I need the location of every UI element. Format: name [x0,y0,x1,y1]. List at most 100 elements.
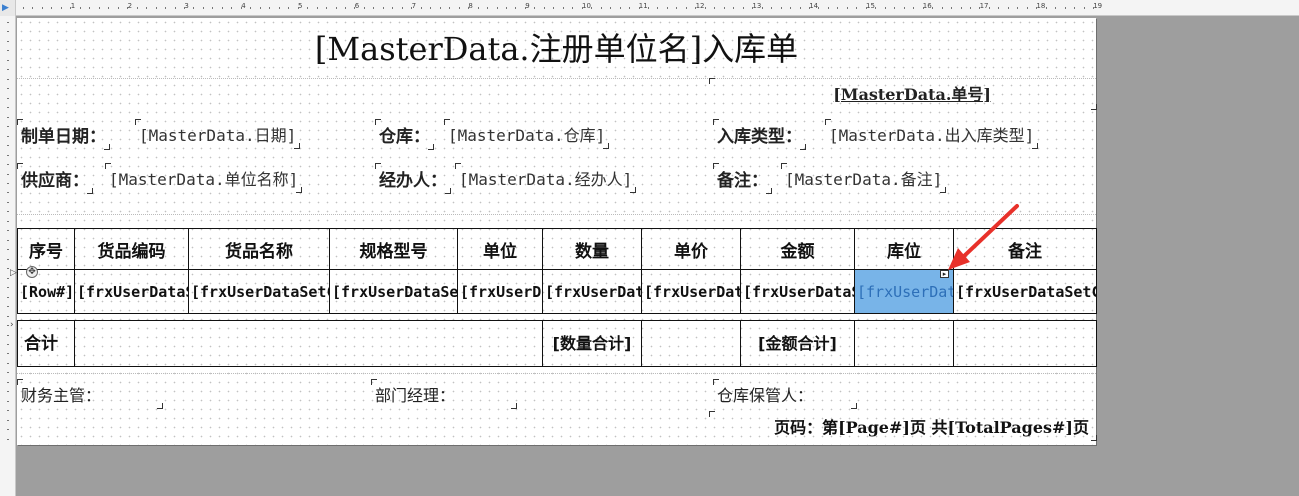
column-header[interactable]: 单价 [641,228,741,270]
ruler-toggle-icon: ▶ [2,3,9,13]
column-header[interactable]: 规格型号 [329,228,458,270]
ruler-tick [7,40,9,42]
warehouse-value-field[interactable]: [MasterData.仓库] [443,119,610,149]
ruler-tick [1026,7,1028,9]
summary-empty-cell[interactable] [854,320,954,367]
supplier-label: 供应商： [21,171,89,191]
ruler-corner[interactable]: ▶ [0,0,16,16]
ruler-tick [988,7,990,9]
finance-label-field[interactable]: 财务主管： [17,379,163,409]
date-label-field[interactable]: 制单日期： [17,119,110,150]
table-cell[interactable]: [frxUserDataSetC [542,269,642,314]
selected-table-cell[interactable]: [frxUserDataSetCrk [854,269,954,314]
table-cell[interactable]: [frxUserDataSetCrk.备注] [953,269,1097,314]
selection-handle-icon[interactable]: ▸ [940,270,949,278]
table-cell[interactable]: [frxUserDataSetCrk [740,269,855,314]
band-marker-icon: › [10,320,14,330]
column-header[interactable]: 单位 [457,228,543,270]
ruler-tick [610,7,612,9]
ruler-tick [231,7,233,9]
ruler-tick [7,343,9,345]
ruler-tick [7,69,9,71]
ruler-tick [7,429,9,431]
amount-total[interactable]: [金额合计] [740,320,855,367]
table-cell[interactable]: [frxUserData [457,269,543,314]
report-page[interactable]: [MasterData.注册单位名]入库单 [MasterData.单号] 制单… [17,18,1097,445]
quantity-total[interactable]: [数量合计] [542,320,642,367]
column-header[interactable]: 货品名称 [188,228,330,270]
ruler-tick [146,7,148,9]
ruler-number: 5 [298,2,303,10]
column-header[interactable]: 货品编码 [74,228,189,270]
ruler-tick [7,31,9,33]
warehouse-label: 仓库： [379,127,430,147]
summary-empty-cell[interactable] [953,320,1097,367]
ruler-tick [7,78,9,80]
column-header[interactable]: 金额 [740,228,855,270]
ruler-tick [7,400,9,402]
remark-value-field[interactable]: [MasterData.备注] [780,163,947,193]
remark-value: [MasterData.备注] [785,170,943,189]
ruler-tick [439,7,441,9]
ruler-tick [70,7,72,9]
ruler-tick [7,135,9,137]
ruler-tick [373,7,375,9]
in-type-value: [MasterData.出入库类型] [829,126,1035,145]
table-cell[interactable]: [frxUserDataSetCrk.规 [329,269,458,314]
ruler-tick [354,7,356,9]
summary-empty-cell[interactable] [641,320,741,367]
ruler-tick [259,7,261,9]
ruler-tick [7,211,9,213]
ruler-tick [326,7,328,9]
summary-empty-cell[interactable] [74,320,543,367]
ruler-tick [136,7,138,9]
manager-label: 部门经理： [375,386,456,405]
vertical-ruler [0,16,16,496]
ruler-tick [32,7,34,9]
table-cell[interactable]: [Row#] [17,269,75,314]
supplier-label-field[interactable]: 供应商： [17,163,93,194]
ruler-number: 11 [638,2,648,10]
keeper-label-field[interactable]: 仓库保管人： [713,379,857,409]
ruler-number: 12 [695,2,705,10]
ruler-tick [7,126,9,128]
warehouse-label-field[interactable]: 仓库： [375,119,434,150]
ruler-tick [221,7,223,9]
handler-value-field[interactable]: [MasterData.经办人] [454,163,637,193]
in-type-label-field[interactable]: 入库类型： [713,119,806,150]
ruler-tick [7,419,9,421]
supplier-value-field[interactable]: [MasterData.单位名称] [104,163,303,193]
order-number-value: [MasterData.单号] [833,85,991,104]
ruler-tick [335,7,337,9]
column-header[interactable]: 数量 [542,228,642,270]
move-handle-icon[interactable]: ✥ [26,266,38,278]
ruler-tick [297,7,299,9]
table-cell[interactable]: [frxUserDataSetCrk.货品 [188,269,330,314]
total-label[interactable]: 合计 [17,320,75,367]
ruler-tick [51,7,53,9]
ruler-tick [581,7,583,9]
column-header[interactable]: 备注 [953,228,1097,270]
order-number-field[interactable]: [MasterData.单号] [709,78,1097,110]
ruler-tick [827,7,829,9]
table-cell[interactable]: [frxUserDataSetC [641,269,741,314]
report-title[interactable]: [MasterData.注册单位名]入库单 [17,24,1096,70]
ruler-tick [695,7,697,9]
date-value-field[interactable]: [MasterData.日期] [134,119,301,149]
column-header[interactable]: 库位 [854,228,954,270]
remark-label-field[interactable]: 备注： [713,163,772,194]
table-cell[interactable]: [frxUserDataSetCrk [74,269,189,314]
ruler-tick [553,7,555,9]
handler-value: [MasterData.经办人] [459,170,633,189]
handler-label-field[interactable]: 经办人： [375,163,451,194]
page-number-field[interactable]: 页码：第[Page#]页 共[TotalPages#]页 [709,411,1097,441]
manager-label-field[interactable]: 部门经理： [371,379,517,409]
ruler-tick [7,391,9,393]
ruler-tick [108,7,110,9]
in-type-value-field[interactable]: [MasterData.出入库类型] [824,119,1039,149]
detail-table: 序号 货品编码 货品名称 规格型号 单位 数量 单价 金额 库位 备注 [Row… [17,228,1097,314]
ruler-tick [572,7,574,9]
ruler-tick [202,7,204,9]
ruler-tick [496,7,498,9]
column-header[interactable]: 序号 [17,228,75,270]
